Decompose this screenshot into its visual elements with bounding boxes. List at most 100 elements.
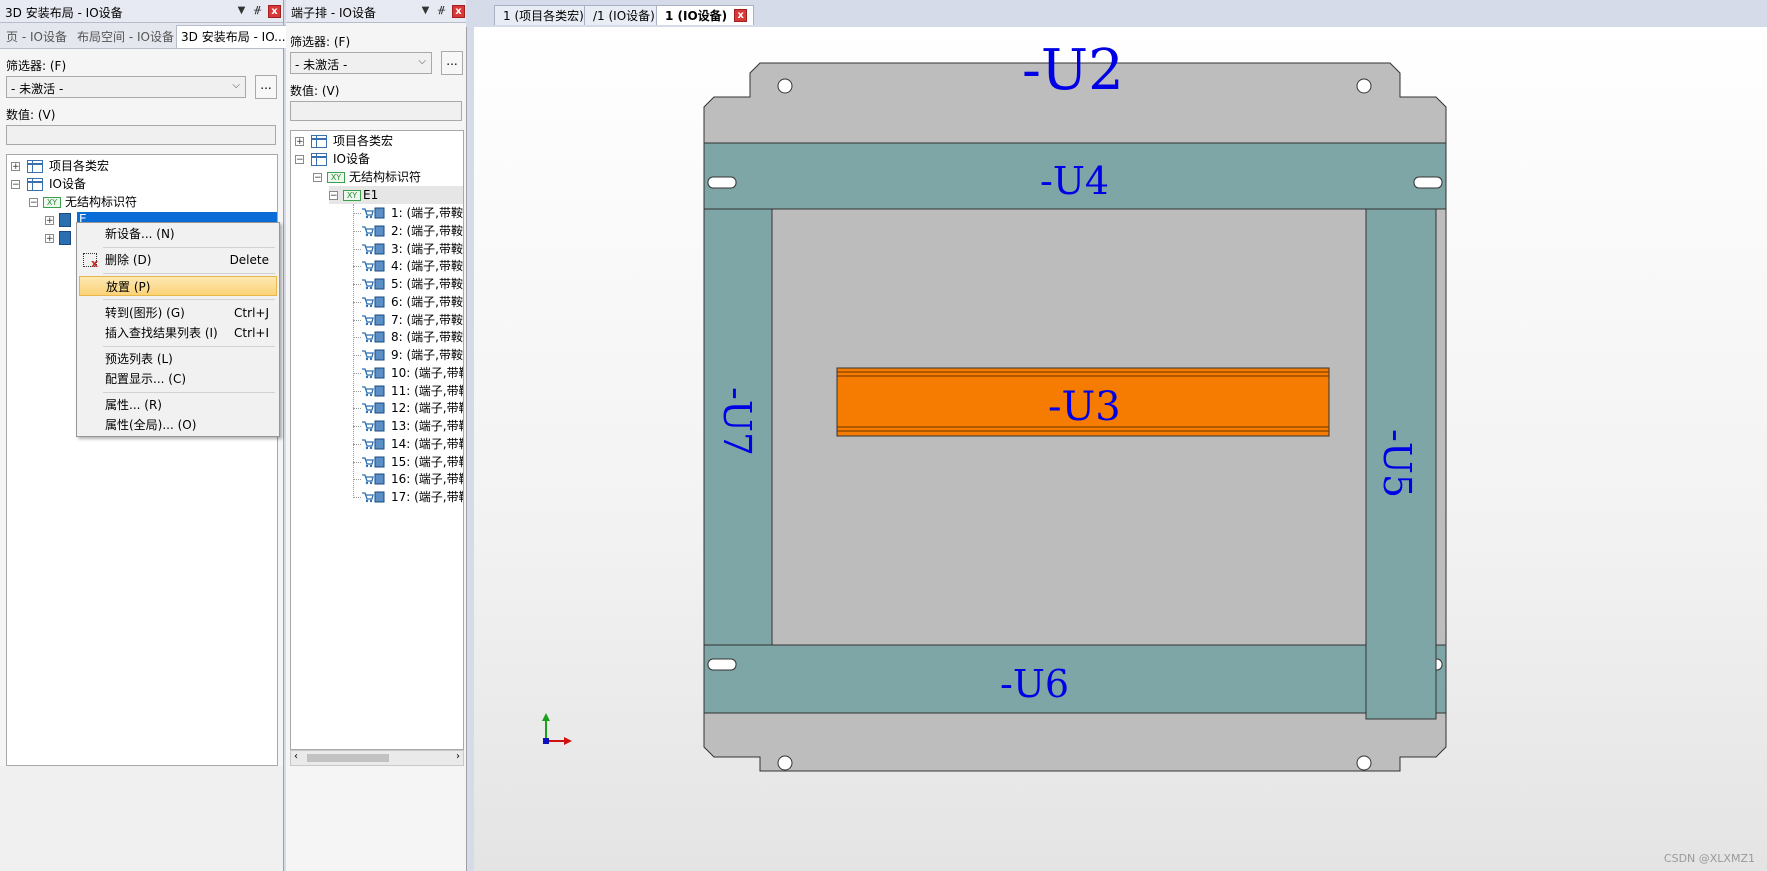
tree-label: 项目各类宏 [333, 134, 394, 148]
terminal-icon [362, 278, 385, 290]
tree-node-terminal[interactable]: 9: (端子,带鞍形 [291, 346, 463, 364]
tree-label: 14: (端子,带鞍 [391, 436, 464, 451]
pin-icon[interactable]: ᚌ [252, 5, 263, 16]
tab-layout-space[interactable]: 布局空间 - IO设备 [77, 28, 174, 45]
value-label: 数值: (V) [6, 108, 56, 122]
3d-layout-canvas[interactable]: -U2 -U4 -U3 -U6 -U7 -U5 CSDN @XLXMZ1 [474, 27, 1767, 871]
tree-node-terminal[interactable]: 4: (端子,带鞍形 [291, 257, 463, 275]
filter-browse-button[interactable]: ... [255, 75, 277, 99]
menu-item-delete[interactable]: x 删除 (D) Delete [79, 250, 277, 270]
value-input[interactable] [6, 125, 276, 145]
expand-icon[interactable]: + [45, 216, 54, 226]
tree-label: IO设备 [49, 177, 86, 191]
menu-separator [103, 392, 275, 393]
close-icon[interactable]: x [268, 5, 281, 18]
filter-select[interactable]: - 未激活 - ⌵ [290, 52, 432, 74]
tree-node-terminal[interactable]: 5: (端子,带鞍形 [291, 275, 463, 293]
scroll-right-icon[interactable]: › [456, 751, 460, 762]
device-icon [59, 213, 71, 227]
close-icon[interactable]: x [452, 5, 465, 18]
terminal-icon [362, 349, 385, 361]
horizontal-scrollbar[interactable]: ‹ › [290, 750, 464, 766]
tree-guide [353, 355, 361, 356]
menu-item-preselect[interactable]: 预选列表 (L) [79, 349, 277, 369]
expand-icon[interactable]: + [295, 137, 304, 147]
tree-guide [353, 284, 361, 285]
menu-item-place[interactable]: 放置 (P) [79, 276, 277, 296]
tree-node-terminal[interactable]: 3: (端子,带鞍形 [291, 240, 463, 258]
tree-guide [353, 443, 361, 445]
tree-node-terminal[interactable]: 16: (端子,带鞍 [291, 470, 463, 488]
panel-title: 端子排 - IO设备 [291, 6, 376, 20]
pin-icon[interactable]: ᚌ [436, 5, 447, 16]
collapse-icon[interactable]: − [313, 173, 322, 183]
doc-tab-io-device-active[interactable]: 1 (IO设备) x [656, 5, 755, 25]
terminal-icon [362, 207, 385, 219]
menu-label: 删除 (D) [105, 253, 152, 267]
menu-shortcut: Ctrl+I [234, 326, 269, 340]
collapse-icon[interactable]: − [11, 180, 20, 190]
tree-guide [353, 266, 361, 268]
tree-node-terminal[interactable]: 10: (端子,带鞍 [291, 364, 463, 382]
dropdown-arrow-icon[interactable]: ▼ [420, 5, 431, 16]
tree-node-terminal[interactable]: 2: (端子,带鞍形 [291, 222, 463, 240]
tree-node-terminal[interactable]: 17: (端子,带鞍 [291, 488, 464, 506]
tree-node-terminal[interactable]: 14: (端子,带鞍 [291, 435, 464, 453]
menu-item-properties-global[interactable]: 属性(全局)... (O) [79, 415, 277, 435]
filter-browse-button[interactable]: ... [441, 51, 463, 75]
panel-title-bar[interactable]: 端子排 - IO设备 ▼ ᚌ x [286, 0, 466, 23]
tree-label: 17: (端子,带鞍 [391, 490, 464, 504]
tree-label: 无结构标识符 [349, 170, 422, 184]
xy-icon: XY [43, 197, 61, 208]
tree-node-terminal[interactable]: 1: (端子,带鞍形 [291, 204, 463, 222]
label-u6: -U6 [1000, 662, 1069, 706]
expand-icon[interactable]: + [11, 162, 20, 172]
dropdown-arrow-icon[interactable]: ▼ [236, 5, 247, 16]
tree-node-terminal[interactable]: 7: (端子,带鞍形 [291, 311, 463, 329]
tree-node-e1[interactable]: − XY E1 [329, 186, 463, 204]
scroll-thumb[interactable] [307, 754, 389, 762]
value-input[interactable] [290, 101, 462, 121]
scroll-left-icon[interactable]: ‹ [294, 751, 298, 762]
menu-item-goto[interactable]: 转到(图形) (G) Ctrl+J [79, 303, 277, 323]
terminal-strip-panel: 端子排 - IO设备 ▼ ᚌ x 筛选器: (F) - 未激活 - ⌵ ... … [286, 0, 467, 871]
doc-tab-io-device-1[interactable]: /1 (IO设备) [584, 5, 664, 25]
tree-guide [353, 319, 361, 321]
tab-3d-layout[interactable]: 3D 安装布局 - IO... [176, 25, 291, 48]
menu-item-config-display[interactable]: 配置显示... (C) [79, 369, 277, 389]
tree-node-terminal[interactable]: 12: (端子,带鞍 [291, 399, 463, 417]
tree-label: 11: (端子,带鞍 [391, 383, 464, 398]
menu-item-new-device[interactable]: 新设备... (N) [79, 224, 277, 244]
tree-guide [353, 479, 361, 481]
rail-u6[interactable] [703, 644, 1447, 714]
tab-pages[interactable]: 页 - IO设备 [6, 28, 67, 45]
menu-item-insert-search[interactable]: 插入查找结果列表 (I) Ctrl+I [79, 323, 277, 343]
menu-item-properties[interactable]: 属性... (R) [79, 395, 277, 415]
filter-label: 筛选器: (F) [6, 59, 67, 73]
terminal-icon [362, 367, 385, 379]
menu-separator [103, 273, 275, 274]
label-u3: -U3 [1048, 384, 1121, 430]
terminal-icon [362, 491, 385, 503]
close-icon[interactable]: x [734, 9, 748, 22]
filter-select[interactable]: - 未激活 - ⌵ [6, 76, 246, 98]
panel-title-bar[interactable]: 3D 安装布局 - IO设备 ▼ ᚌ x [0, 0, 283, 23]
collapse-icon[interactable]: − [29, 198, 38, 208]
watermark: CSDN @XLXMZ1 [1663, 852, 1755, 865]
expand-icon[interactable]: + [45, 234, 54, 244]
collapse-icon[interactable]: − [295, 155, 304, 165]
tree-node-terminal[interactable]: 8: (端子,带鞍形 [291, 328, 463, 346]
tab-label: 1 (IO设备) [665, 9, 728, 23]
menu-label: 配置显示... (C) [105, 372, 187, 386]
menu-label: 插入查找结果列表 (I) [105, 326, 218, 340]
tree-node-terminal[interactable]: 15: (端子,带鞍 [291, 453, 463, 471]
tree-label: 1: (端子,带鞍形 [391, 206, 463, 220]
doc-tab-project-macros[interactable]: 1 (项目各类宏) [494, 5, 593, 25]
terminal-icon [362, 331, 385, 343]
tree-node-terminal[interactable]: 11: (端子,带鞍 [291, 382, 464, 400]
tree-node-terminal[interactable]: 6: (端子,带鞍形 [291, 293, 463, 311]
tree-label: 6: (端子,带鞍形 [391, 294, 463, 309]
tree-node-terminal[interactable]: 13: (端子,带鞍 [291, 417, 463, 435]
collapse-icon[interactable]: − [329, 191, 338, 201]
table-icon [27, 178, 43, 191]
